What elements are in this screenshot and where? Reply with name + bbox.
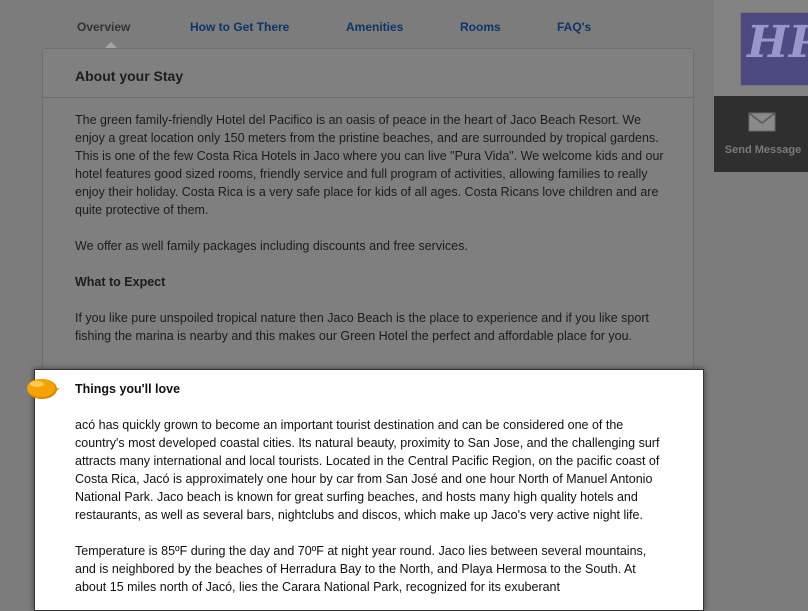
tab-how-to-get-there[interactable]: How to Get There bbox=[190, 20, 289, 34]
jaco-description-paragraph: acó has quickly grown to become an impor… bbox=[75, 418, 660, 522]
panel-body: The green family-friendly Hotel del Paci… bbox=[75, 111, 671, 363]
what-to-expect-heading: What to Expect bbox=[75, 275, 166, 289]
what-to-expect-paragraph: If you like pure unspoiled tropical natu… bbox=[75, 311, 649, 343]
tab-faqs[interactable]: FAQ's bbox=[557, 20, 591, 34]
temperature-paragraph: Temperature is 85ºF during the day and 7… bbox=[75, 544, 647, 594]
packages-paragraph: We offer as well family packages includi… bbox=[75, 239, 468, 253]
send-message-label: Send Message bbox=[724, 144, 802, 156]
tab-overview[interactable]: Overview bbox=[77, 20, 130, 48]
tab-bar: Overview How to Get There Amenities Room… bbox=[42, 0, 692, 50]
logo-monogram: HP bbox=[747, 17, 808, 68]
hotel-logo: HP bbox=[740, 12, 808, 86]
envelope-icon bbox=[748, 112, 776, 132]
hotel-logo-area: HP bbox=[714, 0, 808, 96]
things-youll-love-heading: Things you'll love bbox=[75, 382, 181, 396]
tab-amenities[interactable]: Amenities bbox=[346, 20, 403, 34]
highlight-body: Things you'll love acó has quickly grown… bbox=[75, 380, 669, 610]
tab-rooms[interactable]: Rooms bbox=[460, 20, 501, 34]
intro-paragraph: The green family-friendly Hotel del Paci… bbox=[75, 113, 664, 217]
send-message-button[interactable]: Send Message bbox=[714, 96, 808, 172]
tour-highlight-box: Things you'll love acó has quickly grown… bbox=[34, 369, 704, 611]
callout-pointer-icon bbox=[27, 379, 60, 399]
about-stay-panel: About your Stay The green family-friendl… bbox=[42, 48, 694, 380]
panel-title: About your Stay bbox=[75, 68, 184, 84]
